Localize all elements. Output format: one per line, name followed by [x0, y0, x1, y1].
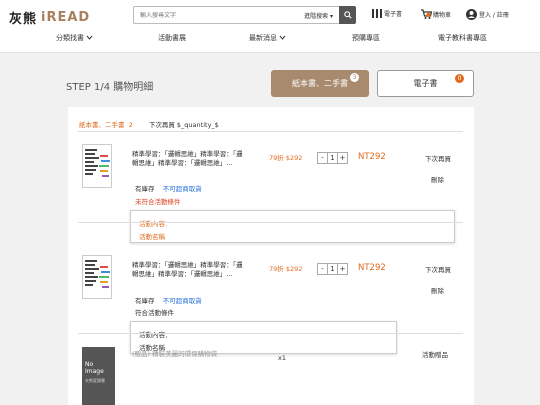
menu-etextbook[interactable]: 電子教科書專區 — [438, 33, 487, 43]
login-nav-link[interactable]: 登入 / 註冊 — [466, 9, 509, 20]
advanced-search-label: 進階搜索 — [304, 12, 329, 20]
gift-cover: No Image 灰熊愛讀書 — [82, 347, 115, 405]
tab-paper-count: 3 — [350, 73, 359, 82]
ebook-icon — [372, 9, 382, 18]
gift-label: 活動贈品 — [422, 351, 448, 359]
search-input[interactable] — [134, 11, 284, 19]
gift-cover-sub: 灰熊愛讀書 — [85, 378, 105, 383]
item-total: NT292 — [358, 152, 386, 162]
divider — [78, 131, 463, 132]
step-title: STEP 1/4 購物明細 — [66, 82, 154, 93]
section-label: 紙本書、二手書 — [79, 121, 125, 129]
tab-paper-label: 紙本書、二手書 — [292, 79, 348, 88]
quantity-stepper: - 1 + — [317, 263, 348, 275]
user-icon — [466, 9, 477, 20]
quantity-label: 下次再買 $_quantity_$ — [148, 121, 219, 129]
book-cover[interactable] — [82, 255, 112, 299]
stock-label: 有庫存 — [135, 185, 155, 193]
chevron-down-icon — [279, 35, 286, 40]
no-store-pickup: 不可超商取貨 — [162, 297, 202, 305]
stock-status: 有庫存 不可超商取貨 — [135, 295, 202, 305]
menu-news[interactable]: 最新消息 — [249, 33, 286, 43]
main-menu: 分類找書 活動書展 最新消息 預購專區 電子教科書專區 — [0, 33, 540, 49]
promo-status: 符合活動條件 — [135, 309, 174, 317]
promo-status: 未符合活動條件 — [135, 198, 181, 206]
gift-title: (贈品) 精裝美麗的環保購物袋 — [132, 350, 218, 358]
divider — [78, 333, 463, 334]
menu-preorder[interactable]: 預購專區 — [352, 33, 380, 43]
increase-button[interactable]: + — [337, 263, 348, 275]
promo-popup-title: 活動內容： — [139, 331, 172, 339]
search-bar: 進階搜索 ▾ — [133, 6, 356, 24]
section-count: 2 — [128, 121, 133, 129]
promo-popup: 活動內容： 活動名稱 — [130, 210, 455, 243]
site-logo[interactable]: 灰熊 iREAD — [9, 8, 90, 27]
search-button[interactable] — [339, 6, 356, 24]
gift-qty: x1 — [278, 354, 286, 362]
item-unit-price: $292 — [285, 265, 303, 273]
gift-cover-text: No Image — [85, 361, 104, 375]
item-discount: 79折 — [269, 265, 284, 273]
promo-popup-name[interactable]: 活動名稱 — [139, 231, 165, 241]
item-unit-price: $292 — [285, 154, 303, 162]
delete-link[interactable]: 刪除 — [431, 174, 444, 184]
tab-ebooks[interactable]: 電子書 0 — [377, 70, 474, 97]
ebook-nav-link[interactable]: 電子書 — [372, 9, 402, 18]
tab-ebook-count: 0 — [455, 74, 464, 83]
item-total: NT292 — [358, 263, 386, 273]
buy-later-link[interactable]: 下次再買 — [425, 153, 451, 163]
menu-events[interactable]: 活動書展 — [158, 33, 186, 43]
divider — [78, 222, 463, 223]
section-header: 紙本書、二手書 2 下次再買 $_quantity_$ — [79, 119, 219, 129]
item-title[interactable]: 精準學習：「邏輯思維」精準學習：「邏輯思維」精準學習：「邏輯思維」… — [132, 261, 244, 279]
login-nav-label: 登入 / 註冊 — [479, 12, 509, 19]
buy-later-link[interactable]: 下次再買 — [425, 264, 451, 274]
menu-category-label: 分類找書 — [56, 34, 84, 42]
site-header: 灰熊 iREAD 進階搜索 ▾ 電子書 購物車 登入 / 註冊 分類找書 活動書… — [0, 0, 540, 53]
quantity-stepper: - 1 + — [317, 152, 348, 164]
cart-nav-link[interactable]: 購物車 — [421, 9, 451, 19]
stock-status: 有庫存 不可超商取貨 — [135, 183, 202, 193]
search-icon — [343, 11, 352, 19]
chevron-down-icon — [86, 35, 93, 40]
stock-label: 有庫存 — [135, 297, 155, 305]
cart-icon — [421, 9, 432, 19]
logo-en: iREAD — [41, 10, 91, 25]
no-store-pickup: 不可超商取貨 — [162, 185, 202, 193]
ebook-nav-label: 電子書 — [384, 11, 403, 18]
item-title[interactable]: 精準學習：「邏輯思維」精準學習：「邏輯思維」精準學習：「邏輯思維」… — [132, 150, 244, 168]
delete-link[interactable]: 刪除 — [431, 285, 444, 295]
menu-news-label: 最新消息 — [249, 34, 277, 42]
logo-zh: 灰熊 — [9, 12, 38, 27]
tab-paper-books[interactable]: 紙本書、二手書 3 — [271, 70, 369, 97]
promo-popup-title: 活動內容： — [139, 220, 172, 228]
advanced-search-dropdown[interactable]: 進階搜索 ▾ — [304, 11, 333, 20]
item-discount: 79折 — [269, 154, 284, 162]
tab-ebook-label: 電子書 — [413, 79, 438, 88]
item-price: 79折 $292 — [269, 152, 302, 162]
menu-category[interactable]: 分類找書 — [56, 33, 93, 43]
increase-button[interactable]: + — [337, 152, 348, 164]
item-price: 79折 $292 — [269, 263, 302, 273]
cart-panel: 紙本書、二手書 2 下次再買 $_quantity_$ 精準學習：「邏輯思維」精… — [68, 107, 474, 405]
book-cover[interactable] — [82, 144, 112, 188]
cart-nav-label: 購物車 — [433, 11, 452, 19]
